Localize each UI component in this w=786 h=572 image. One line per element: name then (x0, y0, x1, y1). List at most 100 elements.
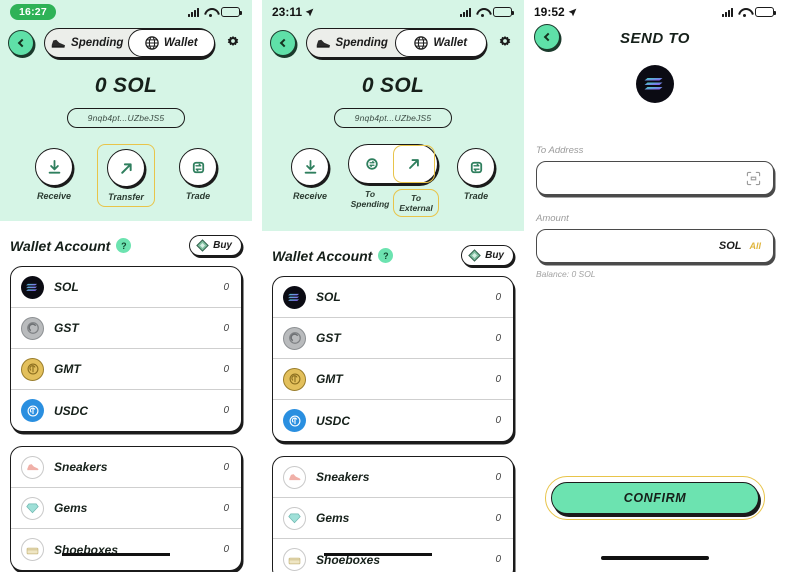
back-button-circle[interactable] (534, 24, 560, 50)
back-button[interactable] (270, 30, 296, 56)
token-name: GMT (316, 372, 343, 387)
sol-coin-icon (21, 275, 44, 299)
chevron-left-icon (543, 32, 553, 42)
question-mark-icon[interactable]: ? (378, 248, 394, 264)
to-address-label: To Address (536, 145, 584, 156)
wallet-address-pill[interactable]: 9nqb4pt...UZbeJS5 (334, 108, 452, 128)
table-row[interactable]: Shoeboxes 0 (11, 529, 241, 570)
screenshot-collage: 16:27 Spending Wallet 0 SOL 9nqb4pt...UZ… (0, 0, 786, 572)
action-receive[interactable]: Receive (25, 144, 83, 205)
transfer-pill-pair (348, 144, 438, 184)
gst-coin-icon (283, 326, 306, 350)
qr-scan-icon[interactable] (746, 171, 761, 186)
transfer-options-group: To Spending To External (347, 144, 439, 218)
gmt-coin-icon (283, 367, 306, 391)
action-transfer[interactable]: Transfer (97, 144, 155, 208)
asset-value: 0 (223, 461, 229, 473)
sneaker-icon (21, 455, 44, 479)
table-row[interactable]: Sneakers 0 (11, 447, 241, 489)
action-to-spending[interactable] (351, 145, 393, 183)
screen-wallet-default: 16:27 Spending Wallet 0 SOL 9nqb4pt...UZ… (0, 0, 252, 572)
download-arrow-icon (291, 148, 329, 186)
token-name: GST (316, 331, 341, 346)
buy-button-label: Buy (485, 250, 504, 262)
token-list-card: SOL 0 GST 0 GMT 0 USDC 0 (10, 266, 242, 433)
confirm-highlight-box: CONFIRM (545, 476, 765, 520)
sneaker-icon (283, 465, 306, 489)
balance-amount: 0 SOL (94, 74, 158, 97)
tab-spending-label: Spending (71, 37, 124, 49)
wifi-icon (476, 8, 488, 17)
sol-coin-icon (283, 285, 306, 309)
action-receive-label: Receive (36, 191, 72, 201)
amount-group: Amount SOL All Balance: 0 SOL (524, 213, 786, 279)
annotation-strikethrough (62, 553, 170, 556)
action-trade[interactable]: Trade (169, 144, 227, 205)
wallet-actions: Receive To Spending To External Trade (262, 144, 524, 218)
back-button[interactable] (8, 30, 34, 56)
amount-label: Amount (536, 213, 569, 224)
tab-spending[interactable]: Spending (307, 29, 397, 57)
table-row[interactable]: GST 0 (273, 318, 513, 360)
token-name: GMT (54, 362, 81, 377)
action-receive[interactable]: Receive (281, 144, 339, 205)
amount-unit-label: SOL (718, 240, 742, 252)
buy-button[interactable]: Buy (461, 245, 514, 267)
mode-segmented-control[interactable]: Spending Wallet (306, 28, 487, 58)
token-name: SOL (316, 290, 341, 305)
amount-max-button[interactable]: All (749, 241, 761, 251)
table-row[interactable]: USDC 0 (11, 390, 241, 431)
page-title: Wallet Account ? (272, 248, 394, 264)
status-indicators (722, 7, 776, 17)
buy-button-label: Buy (213, 240, 232, 252)
battery-icon (221, 7, 242, 17)
buy-button[interactable]: Buy (189, 235, 242, 257)
status-bar: 23:11 (262, 0, 524, 24)
tab-spending[interactable]: Spending (45, 29, 130, 57)
table-row[interactable]: Gems 0 (11, 488, 241, 530)
page-title: SEND TO (620, 30, 690, 47)
table-row[interactable]: SOL 0 (273, 277, 513, 319)
asset-name: Sneakers (54, 460, 108, 475)
back-button[interactable] (534, 24, 560, 50)
download-arrow-icon (35, 148, 73, 186)
table-row[interactable]: GMT 0 (11, 349, 241, 391)
wallet-header: Spending Wallet 0 SOL 9nqb4pt...UZbeJS5 (262, 24, 524, 232)
action-to-external[interactable] (393, 145, 435, 183)
table-row[interactable]: Sneakers 0 (273, 457, 513, 499)
table-row[interactable]: SOL 0 (11, 267, 241, 309)
table-row[interactable]: Gems 0 (273, 498, 513, 540)
sneaker-icon (316, 38, 331, 49)
chevron-left-icon (17, 38, 27, 48)
asset-value: 0 (223, 544, 229, 556)
tab-wallet[interactable]: Wallet (128, 29, 215, 57)
asset-name: Gems (54, 501, 88, 516)
question-mark-icon[interactable]: ? (116, 238, 132, 254)
confirm-button[interactable]: CONFIRM (551, 482, 759, 514)
shoebox-icon (283, 548, 306, 572)
action-trade[interactable]: Trade (447, 144, 505, 205)
table-row[interactable]: GMT 0 (273, 359, 513, 401)
status-time: 19:52 (534, 5, 565, 19)
action-transfer-label: Transfer (108, 192, 144, 202)
token-name: USDC (54, 403, 89, 418)
wallet-body: Wallet Account ? Buy SOL 0 GST 0 GMT 0 U… (0, 221, 252, 572)
wallet-address-pill[interactable]: 9nqb4pt...UZbeJS5 (67, 108, 185, 128)
token-list-card: SOL 0 GST 0 GMT 0 USDC 0 (272, 276, 514, 443)
gmt-coin-icon (21, 357, 44, 381)
tab-spending-label: Spending (335, 37, 388, 49)
amount-input[interactable]: SOL All (536, 229, 774, 263)
token-name: GST (54, 321, 79, 336)
mode-segmented-control[interactable]: Spending Wallet (44, 28, 215, 58)
to-address-group: To Address (524, 145, 786, 195)
tab-wallet[interactable]: Wallet (395, 29, 487, 57)
gear-icon[interactable] (224, 34, 242, 52)
table-row[interactable]: USDC 0 (273, 400, 513, 441)
status-indicators (460, 7, 514, 17)
token-value: 0 (495, 291, 501, 303)
table-row[interactable]: GST 0 (11, 308, 241, 350)
page-title: Wallet Account ? (10, 238, 132, 254)
gear-icon[interactable] (496, 34, 514, 52)
to-address-input[interactable] (536, 161, 774, 195)
wifi-icon (738, 8, 750, 17)
